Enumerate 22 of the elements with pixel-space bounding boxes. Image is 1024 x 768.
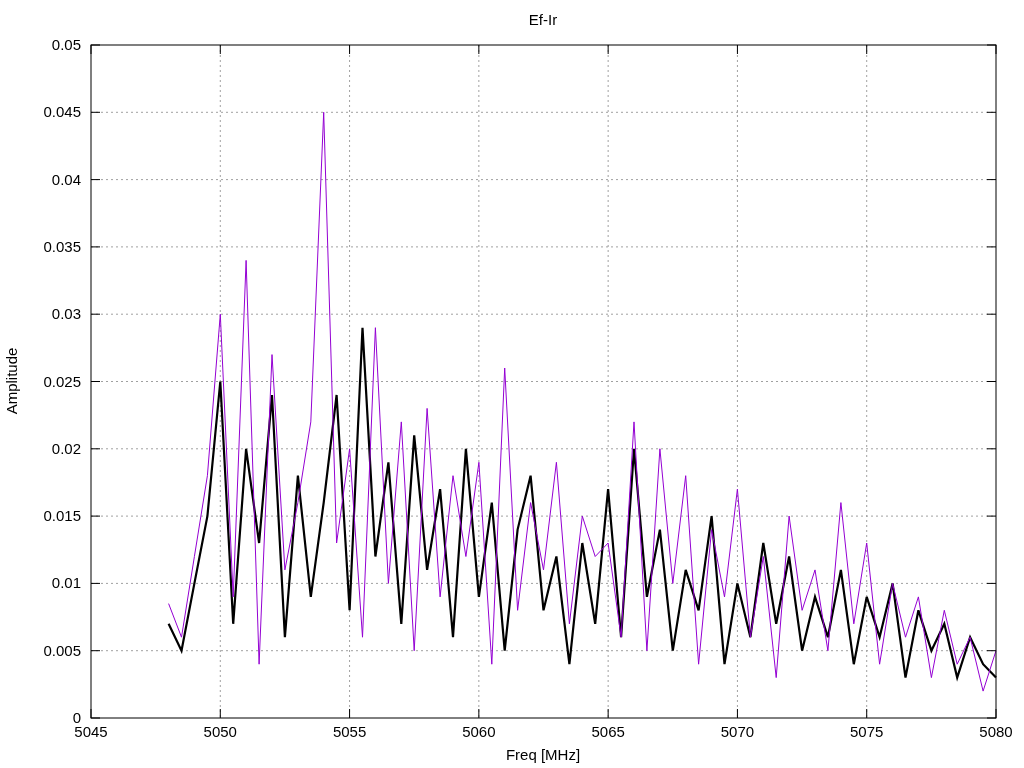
x-tick-label: 5055 <box>332 723 367 740</box>
y-tick-label: 0.035 <box>43 237 81 255</box>
x-tick-label: 5060 <box>462 723 496 740</box>
x-tick-label: 5070 <box>720 723 755 740</box>
y-tick-label: 0.045 <box>43 103 81 121</box>
y-tick-label: 0.02 <box>51 439 81 457</box>
y-tick-label: 0.025 <box>43 372 81 390</box>
y-tick-label: 0.005 <box>43 641 81 659</box>
y-axis-label: Amplitude <box>3 347 20 415</box>
x-tick-label: 5045 <box>74 723 108 740</box>
x-tick-label: 5080 <box>979 723 1013 740</box>
y-tick-label: 0.04 <box>51 170 81 188</box>
y-tick-label: 0.01 <box>51 574 81 592</box>
chart-title: Ef-Ir <box>528 11 558 28</box>
x-tick-label: 5065 <box>591 723 625 740</box>
x-tick-label: 5050 <box>203 723 237 740</box>
y-tick-label: 0 <box>72 709 81 726</box>
y-tick-label: 0.05 <box>51 36 81 53</box>
y-tick-label: 0.03 <box>51 305 81 323</box>
y-tick-label: 0.015 <box>43 507 81 525</box>
x-axis-label: Freq [MHz] <box>505 746 581 763</box>
x-tick-label: 5075 <box>850 723 884 740</box>
